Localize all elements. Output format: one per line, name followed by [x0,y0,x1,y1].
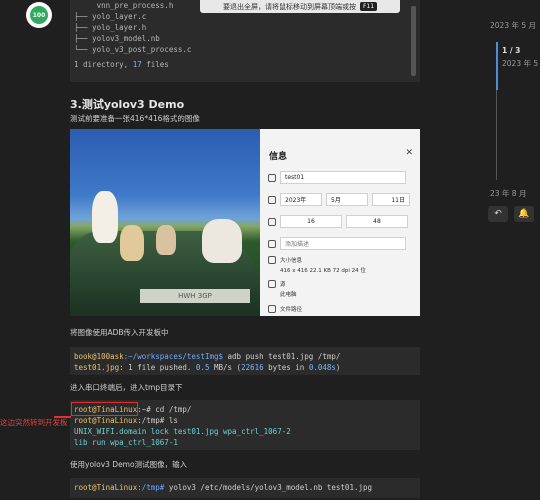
link-icon [268,280,276,288]
tree-line: ├── yolo_layer.h [74,23,147,32]
dogs-in-car-photo: HWH 3GP [70,129,260,316]
image-info-panel: 信息 ✕ test01 2023年 5月 11日 16 48 添加描述 大小信息… [260,129,420,316]
info-title: 信息 [269,152,288,162]
description-icon [268,239,276,248]
page: 100 vnn_pre_process.h ├── yolo_layer.c ├… [0,0,540,500]
adb-command-block: book@100ask:~/workspaces/testImg$ adb pu… [70,347,420,375]
name-row: test01 [268,171,406,184]
year-field[interactable]: 2023年 [280,193,322,206]
intro-text: 测试前要准备一张416*416格式的图像 [70,114,200,123]
section-heading: 3.测试yolov3 Demo [70,98,185,111]
annotation-box [71,402,138,416]
serial-text: 进入串口终端后，进入tmp目录下 [70,383,183,392]
timeline-top-date[interactable]: 2023 年 5 月 [490,20,536,31]
folder-icon [268,305,276,313]
timeline-scroller[interactable] [496,42,498,90]
desc-row: 添加描述 [268,237,406,250]
edit-icon [268,173,276,182]
minute-field[interactable]: 48 [346,215,408,228]
dog-shape [92,191,118,243]
annotation-text: 这边突然转到开发板 [0,418,68,427]
avatar[interactable]: 100 [26,2,52,28]
tree-summary: 1 directory, 17 files [74,60,169,69]
reply-icon[interactable]: ↶ [488,206,508,222]
timeline-track [496,90,497,180]
timeline-current-date: 2023 年 5 [502,59,539,68]
bell-icon[interactable]: 🔔 [514,206,534,222]
time-row: 16 48 [268,215,408,228]
image-icon [268,256,276,264]
f11-key: F11 [359,2,378,11]
code-scrollbar[interactable] [411,6,416,76]
day-field[interactable]: 11日 [372,193,410,206]
hour-field[interactable]: 16 [280,215,342,228]
tree-line: ├── yolov3_model.nb [74,34,160,43]
source-row: 源此电脑 [268,280,297,298]
fullscreen-tooltip: 要退出全屏，请将鼠标移动到屏幕顶端或按 F11 [200,0,400,13]
description-field[interactable]: 添加描述 [280,237,406,250]
name-field[interactable]: test01 [280,171,406,184]
timeline-bottom-date[interactable]: 23 年 8 月 [490,188,526,199]
tree-line: └── yolo_v3_post_process.c [74,45,192,54]
month-field[interactable]: 5月 [326,193,368,206]
dog-shape [120,225,144,261]
size-row: 大小信息 416 x 416 22.1 KB 72 dpi 24 位 [268,256,366,274]
timeline-count: 1 / 3 [502,46,521,55]
calendar-icon [268,195,276,204]
run-text: 使用yolov3 Demo测试图像，输入 [70,460,188,469]
person-shape [156,225,176,255]
date-row: 2023年 5月 11日 [268,193,410,206]
license-plate: HWH 3GP [140,289,250,303]
run-command-block: root@TinaLinux:/tmp# yolov3 /etc/models/… [70,478,420,498]
clock-icon [268,217,276,226]
dog-shape [202,219,242,263]
close-icon[interactable]: ✕ [405,148,413,158]
adb-text: 将图像使用ADB传入开发板中 [70,328,169,337]
path-row: 文件路径 [268,305,302,313]
